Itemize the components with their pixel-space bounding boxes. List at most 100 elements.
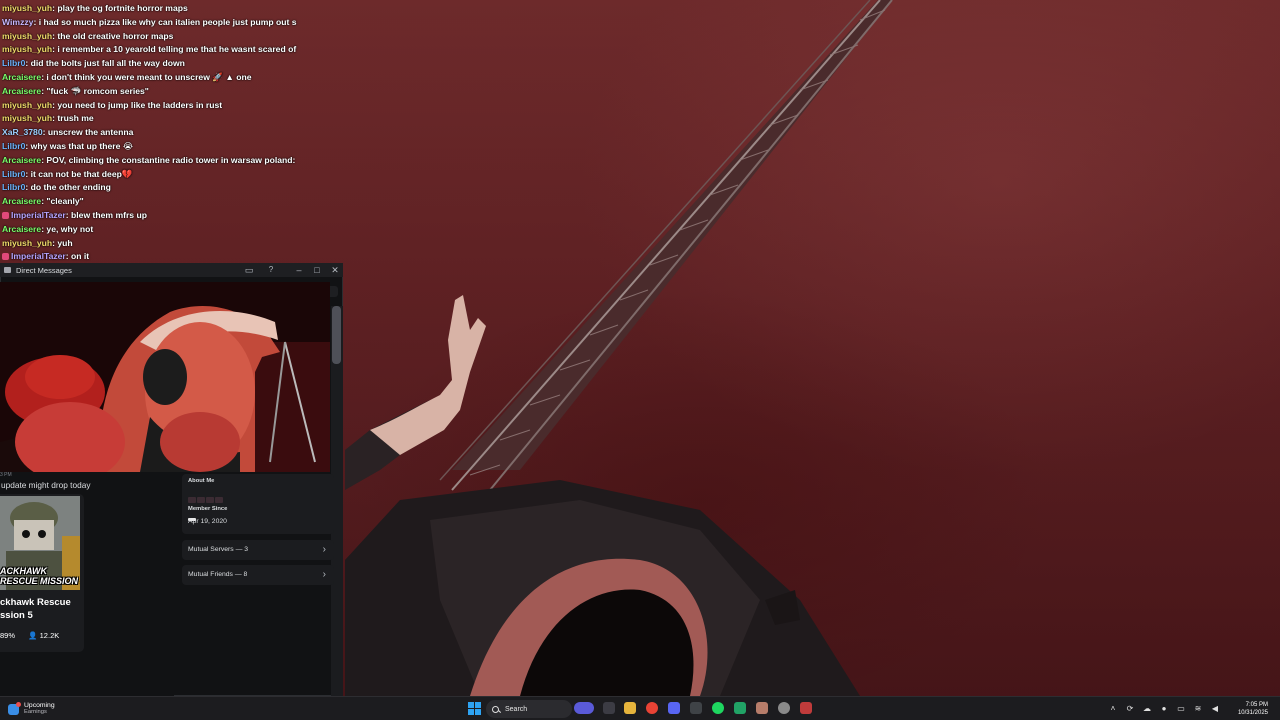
chat-text: : i don't think you were meant to unscre… xyxy=(41,71,252,82)
excel-icon[interactable] xyxy=(734,702,746,714)
chat-message: miyush_yuh: trush me xyxy=(2,112,332,126)
chat-username[interactable]: Arcaisere xyxy=(2,155,41,165)
chat-message: Lilbr0: did the bolts just fall all the … xyxy=(2,57,332,71)
chat-message: Wimzzy: i had so much pizza like why can… xyxy=(2,16,332,30)
chat-text: : on it xyxy=(65,251,90,262)
chat-username[interactable]: Arcaisere xyxy=(2,224,41,234)
chat-username[interactable]: Arcaisere xyxy=(2,72,41,82)
chat-message: ImperialTazer: blew them mfrs up xyxy=(2,209,332,223)
chrome-icon[interactable] xyxy=(646,702,658,714)
search-icon xyxy=(492,705,499,713)
mutual-friends-row[interactable]: Mutual Friends — 8 › xyxy=(182,565,334,585)
close-button[interactable]: ✕ xyxy=(328,264,342,276)
chat-text: : "cleanly" xyxy=(41,196,84,207)
scrollbar-thumb[interactable] xyxy=(332,306,341,364)
steam-icon[interactable] xyxy=(778,702,790,714)
obs-icon[interactable] xyxy=(690,702,702,714)
chat-username[interactable]: Wimzzy xyxy=(2,17,33,27)
taskbar-search[interactable]: Search xyxy=(486,700,572,718)
chat-message: Arcaisere: i don't think you were meant … xyxy=(2,71,332,85)
about-me-emojis xyxy=(188,490,232,521)
chat-username[interactable]: Lilbr0 xyxy=(2,182,25,192)
about-me-label: About Me xyxy=(188,478,215,484)
game-app-icon[interactable] xyxy=(756,702,768,714)
window-titlebar[interactable]: Direct Messages ▭ ? – □ ✕ xyxy=(0,263,343,277)
chat-username[interactable]: miyush_yuh xyxy=(2,100,52,110)
game-title[interactable]: ckhawk Rescue ssion 5 xyxy=(0,596,84,622)
app-logo-icon xyxy=(4,267,11,273)
chat-username[interactable]: miyush_yuh xyxy=(2,3,52,13)
chat-username[interactable]: miyush_yuh xyxy=(2,44,52,54)
chat-message: Arcaisere: ye, why not xyxy=(2,223,332,237)
subscriber-badge-icon xyxy=(2,253,9,261)
chat-username[interactable]: Arcaisere xyxy=(2,86,41,96)
chevron-right-icon: › xyxy=(322,544,326,555)
chat-message: miyush_yuh: the old creative horror maps xyxy=(2,30,332,44)
cloud-icon[interactable]: ☁ xyxy=(1142,704,1152,714)
copilot-icon[interactable] xyxy=(574,702,594,714)
taskbar: Upcoming Earnings Search ˄ ⟳ ☁ ● ▭ ≋ ◀ 7… xyxy=(0,696,1280,720)
volume-icon[interactable]: ◀ xyxy=(1210,704,1220,714)
chat-message: XaR_3780: unscrew the antenna xyxy=(2,126,332,140)
chat-message: miyush_yuh: you need to jump like the la… xyxy=(2,99,332,113)
chat-text: : i had so much pizza like why can itali… xyxy=(33,16,297,27)
wifi-icon[interactable]: ≋ xyxy=(1193,704,1203,714)
chat-text: : you need to jump like the ladders in r… xyxy=(52,99,223,110)
file-explorer-icon[interactable] xyxy=(624,702,636,714)
chat-username[interactable]: Lilbr0 xyxy=(2,169,25,179)
chat-text: : ye, why not xyxy=(41,223,94,234)
chat-username[interactable]: Lilbr0 xyxy=(2,58,25,68)
task-view-icon[interactable] xyxy=(603,702,615,714)
subscriber-badge-icon xyxy=(2,211,9,219)
help-button[interactable]: ? xyxy=(264,264,278,276)
discord-icon[interactable] xyxy=(668,702,680,714)
chat-message: miyush_yuh: i remember a 10 yearold tell… xyxy=(2,43,332,57)
chat-username[interactable]: miyush_yuh xyxy=(2,238,52,248)
chat-message: Lilbr0: do the other ending xyxy=(2,181,332,195)
stream-video xyxy=(0,282,330,472)
chat-username[interactable]: Lilbr0 xyxy=(2,141,25,151)
chat-username[interactable]: ImperialTazer xyxy=(11,210,66,220)
chevron-right-icon: › xyxy=(322,569,326,580)
chat-username[interactable]: XaR_3780 xyxy=(2,127,43,137)
minimize-button[interactable]: – xyxy=(292,264,306,276)
chat-username[interactable]: miyush_yuh xyxy=(2,113,52,123)
chat-message: Arcaisere: "cleanly" xyxy=(2,195,332,209)
widgets-button[interactable]: Upcoming Earnings xyxy=(8,700,55,718)
mutual-servers-row[interactable]: Mutual Servers — 3 › xyxy=(182,540,334,560)
system-tray: ˄ ⟳ ☁ ● ▭ ≋ ◀ xyxy=(1108,703,1220,715)
chat-text: : unscrew the antenna xyxy=(42,127,134,138)
chat-text: : "fuck 🦈 romcom series" xyxy=(41,85,149,96)
microphone-icon[interactable]: ● xyxy=(1159,704,1169,714)
chat-username[interactable]: Arcaisere xyxy=(2,196,41,206)
chat-text: : it can not be that deep💔 xyxy=(25,168,133,179)
chat-message: miyush_yuh: yuh xyxy=(2,237,332,251)
video-frame-art xyxy=(0,282,330,472)
monitor-icon[interactable]: ▭ xyxy=(1176,704,1186,714)
chevron-up-icon[interactable]: ˄ xyxy=(1108,704,1118,714)
chat-text: : trush me xyxy=(52,113,94,124)
message-timestamp: 3 PM xyxy=(0,472,12,478)
maximize-button[interactable]: □ xyxy=(310,264,324,276)
widgets-icon xyxy=(8,701,21,715)
game-launcher-icon[interactable] xyxy=(800,702,812,714)
spotify-icon[interactable] xyxy=(712,702,724,714)
chat-message: Lilbr0: why was that up there 😭 xyxy=(2,140,332,154)
screenshot-icon[interactable]: ▭ xyxy=(242,264,256,276)
clock[interactable]: 7:05 PM 10/31/2025 xyxy=(1238,701,1268,717)
chat-text: : yuh xyxy=(52,237,73,248)
member-since-value: Apr 19, 2020 xyxy=(188,518,227,525)
chat-message: Arcaisere: POV, climbing the constantine… xyxy=(2,154,332,168)
thumbnail-caption: ACKHAWK RESCUE MISSION 5 xyxy=(0,566,80,586)
chat-text: : POV, climbing the constantine radio to… xyxy=(41,154,296,165)
players-icon: 👤 xyxy=(28,631,38,640)
network-app-icon[interactable]: ⟳ xyxy=(1125,704,1135,714)
chat-username[interactable]: miyush_yuh xyxy=(2,31,52,41)
chat-text: : play the og fortnite horror maps xyxy=(52,3,188,13)
chat-username[interactable]: ImperialTazer xyxy=(11,251,66,261)
chat-text: : the old creative horror maps xyxy=(52,30,174,41)
widget-title: Upcoming xyxy=(24,701,55,709)
chat-message: Lilbr0: it can not be that deep💔 xyxy=(2,168,332,182)
chat-text: : why was that up there 😭 xyxy=(25,140,133,151)
start-button[interactable] xyxy=(468,702,481,715)
